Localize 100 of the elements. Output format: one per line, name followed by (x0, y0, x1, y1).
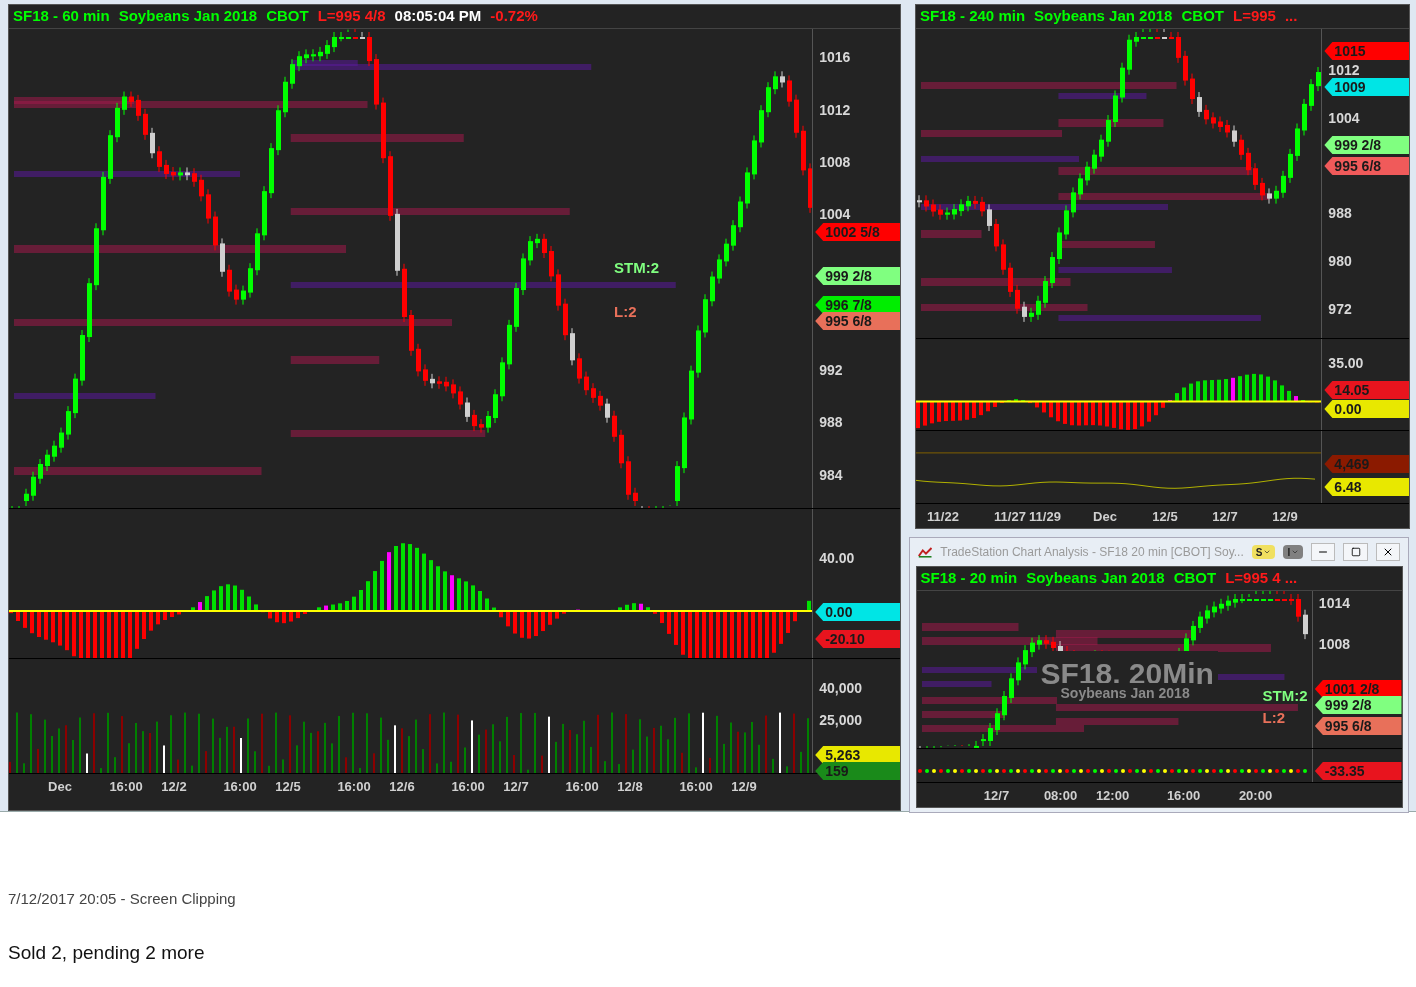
price-tag: 999 2/8 (1324, 136, 1409, 154)
price-tag: 996 7/8 (815, 296, 900, 314)
histogram-bar (1042, 401, 1046, 413)
histogram-bar (1056, 401, 1060, 422)
indicator-dot (1099, 769, 1104, 774)
histogram-bar (993, 401, 997, 407)
axis-label: 988 (1328, 204, 1352, 222)
minimize-button[interactable] (1311, 543, 1336, 561)
price-tag: 999 2/8 (815, 267, 900, 285)
axis-label: 12/7 (503, 778, 529, 796)
axis-label: 20:00 (1238, 787, 1273, 805)
indicator-dot (959, 769, 964, 774)
volume-profile-bar (921, 230, 982, 238)
indicator-dot (1183, 769, 1188, 774)
price-tag: 1009 (1324, 78, 1409, 96)
axis-label: 12/5 (275, 778, 301, 796)
axis-label: 16:00 (109, 778, 143, 796)
axis-label: 40,000 (819, 679, 862, 697)
indicator-dot (1267, 769, 1272, 774)
histogram-bar (979, 401, 983, 416)
toolbar-badge-button[interactable]: S (1251, 545, 1276, 559)
chart-title-text: SF18 - 60 min (13, 6, 110, 27)
axis-label: 11/22 (927, 508, 959, 526)
axis-label: 25,000 (819, 711, 862, 729)
indicator-dot (1246, 769, 1251, 774)
axis-label: 1008 (819, 153, 851, 171)
axis-label: 1008 (1318, 635, 1350, 653)
axis-label: 16:00 (1166, 787, 1201, 805)
indicator-dot (1029, 769, 1034, 774)
axis-label: 40.00 (819, 549, 855, 567)
histogram-bar (1238, 376, 1242, 402)
histogram-bar (944, 401, 948, 422)
histogram-bar (1126, 401, 1130, 430)
price-tag: 6.48 (1324, 478, 1409, 496)
indicator-dot (1176, 769, 1181, 774)
axis-label: Dec (48, 778, 72, 796)
axis-label: 12/8 (617, 778, 643, 796)
indicator-dot (1008, 769, 1013, 774)
indicator-dot (1148, 769, 1153, 774)
indicator-dot (917, 769, 922, 774)
price-tag: 159 (815, 762, 900, 780)
indicator-dot (1155, 769, 1160, 774)
histogram-bar (1210, 380, 1214, 402)
indicator-dot (1218, 769, 1223, 774)
price-tag: 995 6/8 (1314, 717, 1402, 735)
chart-title-text: 08:05:04 PM (394, 6, 482, 27)
indicator-dot (1036, 769, 1041, 774)
axis-label: 11/27 (994, 508, 1026, 526)
axis-label: 1012 (1328, 61, 1360, 79)
axis-label: 972 (1328, 300, 1352, 318)
axis-label: 12/6 (389, 778, 415, 796)
window-title: TradeStation Chart Analysis - SF18 20 min [CBOT] Soy... (940, 544, 1244, 561)
axis-label: 12/9 (1272, 508, 1298, 526)
axis-label: 12/7 (983, 787, 1010, 805)
indicator-dot (987, 769, 992, 774)
histogram-bar (1063, 401, 1067, 424)
histogram-bar (923, 401, 927, 426)
indicator-dot (1134, 769, 1139, 774)
price-tag: 0.00 (1324, 400, 1409, 418)
axis-label: 16:00 (337, 778, 371, 796)
histogram-bar (1203, 380, 1207, 402)
histogram-bar (1098, 401, 1102, 426)
axis-label: 1004 (819, 205, 851, 223)
chart-annotation-text: STM:2 (1262, 686, 1308, 706)
chart-title-text: Soybeans Jan 2018 (1034, 6, 1173, 27)
histogram-bar (1280, 385, 1284, 402)
histogram-bar (1182, 387, 1186, 402)
chart-annotation-text: L:2 (1262, 708, 1285, 728)
toolbar-badge-button[interactable]: I (1283, 545, 1304, 559)
indicator-dot (1120, 769, 1125, 774)
axis-label: 12/2 (161, 778, 187, 796)
indicator-dot (1106, 769, 1111, 774)
histogram-bar (1224, 379, 1228, 402)
histogram-bar (1140, 401, 1144, 427)
indicator-dot (1204, 769, 1209, 774)
chart-title-text: Soybeans Jan 2018 (118, 6, 258, 27)
price-tag: 1002 5/8 (815, 223, 900, 241)
indicator-dot (1274, 769, 1279, 774)
histogram-bar (937, 401, 941, 422)
axis-label: 12/5 (1152, 508, 1178, 526)
axis-label: 16:00 (565, 778, 599, 796)
axis-label: 16:00 (223, 778, 257, 796)
indicator-dot (1288, 769, 1293, 774)
chart-title-text: CBOT (1181, 6, 1224, 27)
histogram-bar (1175, 393, 1179, 402)
axis-label: 980 (1328, 252, 1352, 270)
indicator-dot (1113, 769, 1118, 774)
axis-label: 1012 (819, 101, 851, 119)
close-button[interactable] (1375, 543, 1400, 561)
maximize-button[interactable] (1343, 543, 1368, 561)
histogram-bar (1196, 381, 1200, 402)
indicator-dot (1057, 769, 1062, 774)
indicator-dot (1078, 769, 1083, 774)
histogram-bar (1252, 373, 1256, 402)
histogram-bar (1119, 401, 1123, 430)
indicator-dot (1022, 769, 1027, 774)
price-tag: 1001 2/8 (1314, 680, 1402, 698)
axis-label: 12/7 (1212, 508, 1238, 526)
indicator-dot (1295, 769, 1300, 774)
axis-label: 16:00 (451, 778, 485, 796)
